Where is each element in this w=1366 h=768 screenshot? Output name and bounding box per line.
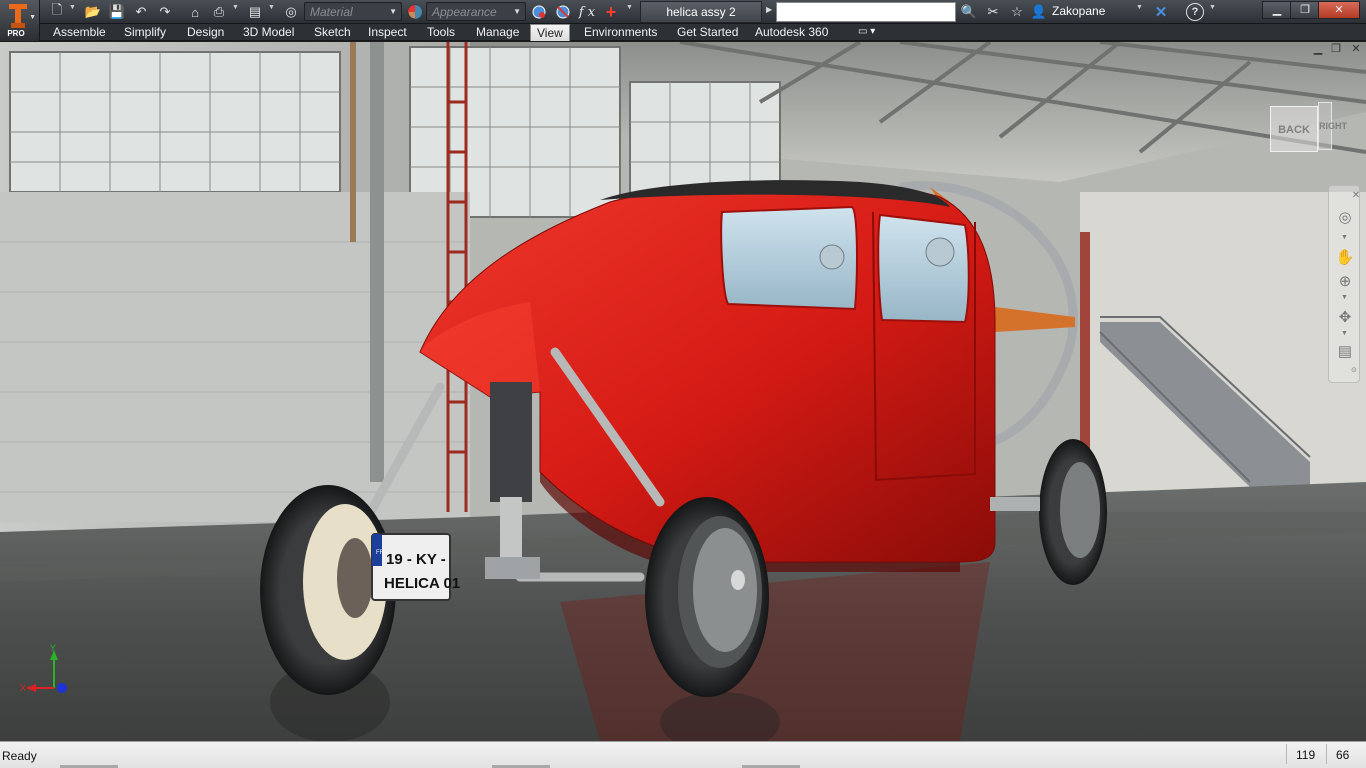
- triad-x-label: X: [20, 683, 26, 693]
- tab-environments[interactable]: Environments: [578, 24, 663, 41]
- user-dropdown-caret[interactable]: ▼: [1136, 4, 1143, 11]
- close-button[interactable]: ✕: [1318, 1, 1360, 19]
- chevron-down-icon: ▼: [29, 14, 36, 21]
- application-menu-button[interactable]: PRO ▼: [0, 0, 40, 41]
- appearance-placeholder: Appearance: [432, 5, 497, 19]
- new-file-icon[interactable]: 🗋: [48, 2, 66, 21]
- status-separator: [1286, 744, 1287, 764]
- appearance-sphere-icon: [406, 3, 424, 21]
- chevron-down-icon[interactable]: ▼: [1341, 234, 1348, 241]
- material-combo[interactable]: Material ▼: [304, 2, 402, 21]
- subscription-icon[interactable]: ✂: [984, 3, 1002, 21]
- chevron-down-icon: ▼: [389, 7, 397, 16]
- fx-parameters-icon[interactable]: f x: [578, 3, 596, 21]
- home-icon[interactable]: ⌂: [186, 3, 204, 21]
- quick-access-toolbar: 🗋 ▼ 📂 💾 ↶ ↷ ⌂ ⎙ ▼ ▤ ▼ ◎ Material ▼ Appea…: [0, 0, 1366, 24]
- chevron-down-icon[interactable]: ▼: [1341, 294, 1348, 301]
- navbar-options-icon[interactable]: ⊙: [1351, 366, 1357, 374]
- tab-view[interactable]: View: [530, 24, 570, 41]
- orbit-icon[interactable]: ✥: [1335, 308, 1355, 328]
- redo-icon[interactable]: ↷: [156, 3, 174, 21]
- panel-toggle-icon[interactable]: ▭ ▾: [852, 24, 881, 41]
- view-minimize-button[interactable]: ▁: [1310, 42, 1326, 56]
- search-binoculars-icon[interactable]: 🔍: [960, 3, 978, 21]
- look-at-icon[interactable]: ▤: [1335, 342, 1355, 362]
- save-icon[interactable]: 💾: [108, 3, 126, 21]
- chevron-down-icon: ▼: [513, 7, 521, 16]
- clear-appearance-icon[interactable]: [554, 3, 572, 21]
- project-icon[interactable]: ▤: [246, 3, 264, 21]
- tab-simplify[interactable]: Simplify: [118, 24, 172, 41]
- steering-wheel-icon[interactable]: ◎: [1335, 208, 1355, 228]
- tab-sketch[interactable]: Sketch: [308, 24, 357, 41]
- print-icon[interactable]: ⎙: [210, 3, 228, 21]
- inventor-logo-icon: [9, 4, 27, 28]
- tab-3d-model[interactable]: 3D Model: [237, 24, 300, 41]
- tab-assemble[interactable]: Assemble: [47, 24, 112, 41]
- tab-manage[interactable]: Manage: [470, 24, 525, 41]
- status-bar: Ready 119 66: [0, 741, 1366, 768]
- navigation-bar: ✕ ◎ ▼ ✋ ⊕ ▼ ✥ ▼ ▤ ⊙: [1328, 185, 1360, 383]
- triad-y-label: Y: [50, 643, 56, 653]
- tab-autodesk-360[interactable]: Autodesk 360: [749, 24, 834, 41]
- status-text: Ready: [2, 749, 37, 763]
- coordinate-triad: Y X: [20, 643, 67, 693]
- tab-inspect[interactable]: Inspect: [362, 24, 413, 41]
- status-count-b: 66: [1336, 748, 1350, 762]
- project-dropdown-caret[interactable]: ▼: [268, 4, 275, 11]
- status-separator: [1326, 744, 1327, 764]
- navbar-close-icon[interactable]: ✕: [1351, 186, 1361, 206]
- zoom-icon[interactable]: ⊕: [1335, 272, 1355, 292]
- help-icon[interactable]: ?: [1186, 3, 1204, 21]
- add-cross-icon[interactable]: +: [602, 2, 620, 22]
- tab-tools[interactable]: Tools: [421, 24, 461, 41]
- viewcube[interactable]: BACK RIGHT: [1268, 100, 1347, 154]
- rendered-scene: FR 19 - KY - HELICA 01: [0, 42, 1366, 741]
- viewcube-right-face[interactable]: RIGHT: [1318, 102, 1347, 150]
- status-count-a: 119: [1296, 748, 1316, 762]
- open-folder-icon[interactable]: 📂: [84, 3, 102, 21]
- view-close-button[interactable]: ✕: [1348, 42, 1364, 56]
- maximize-button[interactable]: ❐: [1290, 1, 1320, 19]
- plate-country: FR: [376, 550, 385, 556]
- print-dropdown-caret[interactable]: ▼: [232, 4, 239, 11]
- adjust-appearance-icon[interactable]: [530, 3, 548, 21]
- app-edition-badge: PRO: [7, 29, 25, 38]
- customize-caret[interactable]: ▼: [626, 4, 633, 11]
- tab-design[interactable]: Design: [181, 24, 230, 41]
- minimize-button[interactable]: ▁: [1262, 1, 1292, 19]
- tab-get-started[interactable]: Get Started: [671, 24, 744, 41]
- chevron-down-icon[interactable]: ▼: [1341, 330, 1348, 337]
- viewcube-back-face[interactable]: BACK: [1270, 106, 1318, 152]
- graphics-viewport[interactable]: FR 19 - KY - HELICA 01 ▁ ❐ ✕ BACK RIGHT …: [0, 42, 1366, 741]
- color-override-icon[interactable]: ◎: [282, 3, 300, 21]
- plate-line2: HELICA 01: [384, 575, 460, 592]
- search-expand-arrow[interactable]: ▶: [766, 5, 772, 14]
- plate-line1: 19 - KY -: [386, 551, 446, 568]
- ribbon-tab-bar: Assemble Simplify Design 3D Model Sketch…: [40, 24, 1366, 41]
- pan-hand-icon[interactable]: ✋: [1335, 248, 1355, 268]
- help-search-input[interactable]: [776, 2, 956, 22]
- user-name[interactable]: Zakopane: [1052, 4, 1105, 18]
- undo-icon[interactable]: ↶: [132, 3, 150, 21]
- appearance-combo[interactable]: Appearance ▼: [426, 2, 526, 21]
- material-placeholder: Material: [310, 5, 353, 19]
- favorites-star-icon[interactable]: ☆: [1008, 3, 1026, 21]
- view-restore-button[interactable]: ❐: [1328, 42, 1344, 56]
- help-dropdown-caret[interactable]: ▼: [1209, 4, 1216, 11]
- document-title[interactable]: helica assy 2: [640, 1, 762, 23]
- new-dropdown-caret[interactable]: ▼: [69, 4, 76, 11]
- user-icon: 👤: [1030, 4, 1048, 19]
- exchange-apps-icon[interactable]: ✕: [1152, 3, 1170, 21]
